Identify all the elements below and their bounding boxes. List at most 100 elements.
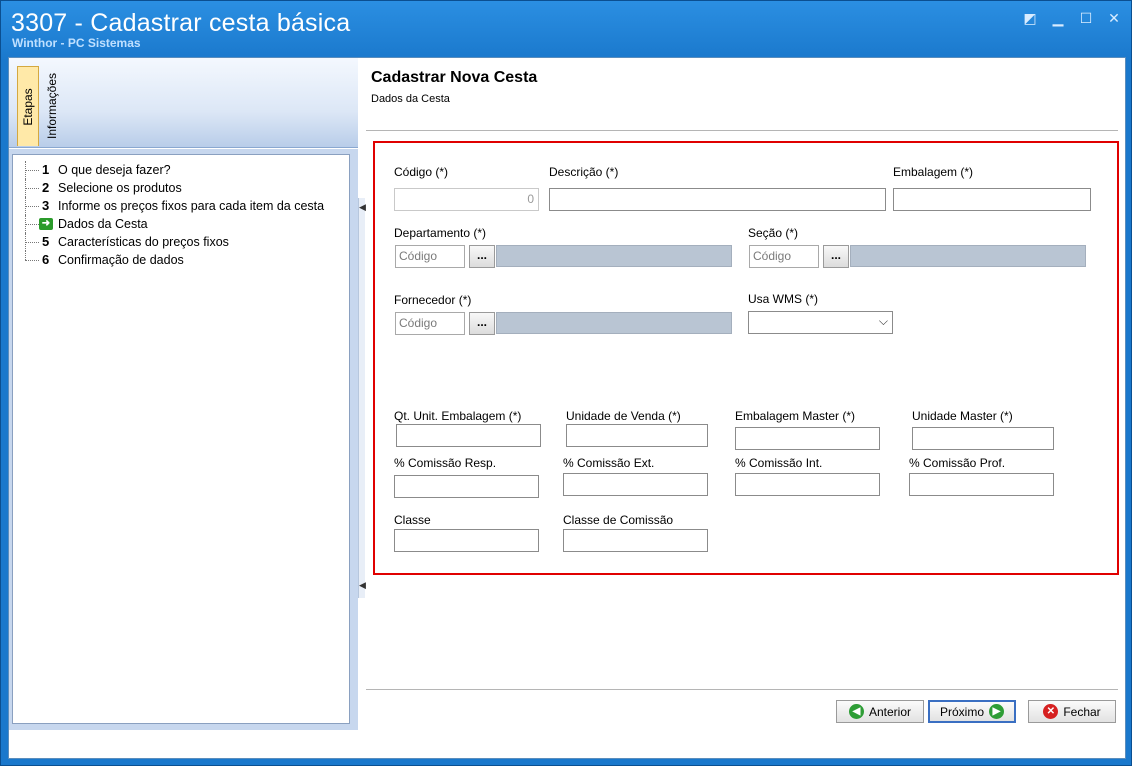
step-item-current[interactable]: ➜ Dados da Cesta [13, 215, 349, 233]
window-controls: ◩ ▁ ☐ ✕ [1021, 9, 1123, 27]
fechar-button[interactable]: ✕ Fechar [1028, 700, 1116, 723]
step-item[interactable]: 6 Confirmação de dados [13, 251, 349, 269]
comissao-prof-label: % Comissão Prof. [909, 456, 1006, 470]
comissao-resp-label: % Comissão Resp. [394, 456, 497, 470]
page-subtitle: Dados da Cesta [371, 93, 450, 105]
proximo-button[interactable]: Próximo ▶ [928, 700, 1016, 723]
arrow-right-icon: ▶ [989, 704, 1004, 719]
fornecedor-description [496, 312, 732, 334]
tab-etapas[interactable]: Etapas [17, 66, 39, 146]
codigo-label: Código (*) [394, 165, 449, 179]
departamento-code-field[interactable]: Código [395, 245, 465, 268]
comissao-prof-field[interactable] [909, 473, 1054, 496]
unidade-master-label: Unidade Master (*) [912, 409, 1013, 423]
step-label: Informe os preços fixos para cada item d… [58, 199, 325, 213]
departamento-description [496, 245, 732, 267]
fornecedor-code-field[interactable]: Código [395, 312, 465, 335]
sidebar-header: Etapas Informações [9, 58, 358, 148]
step-item[interactable]: 3 Informe os preços fixos para cada item… [13, 197, 349, 215]
restore-down-icon[interactable]: ◩ [1021, 9, 1039, 27]
tab-etapas-label: Etapas [21, 87, 35, 126]
sidebar-body: 1 O que deseja fazer? 2 Selecione os pro… [9, 149, 358, 730]
step-label: Dados da Cesta [58, 217, 148, 231]
secao-description [850, 245, 1086, 267]
steps-tree: 1 O que deseja fazer? 2 Selecione os pro… [12, 154, 350, 724]
tree-connector [25, 260, 39, 261]
client-area: Etapas Informações 1 O que deseja fazer?… [8, 57, 1126, 759]
unidade-venda-label: Unidade de Venda (*) [566, 409, 681, 423]
window-subtitle: Winthor - PC Sistemas [12, 36, 141, 50]
collapse-left-icon[interactable]: ◀ [359, 580, 366, 591]
close-icon: ✕ [1043, 704, 1059, 719]
step-item[interactable]: 2 Selecione os produtos [13, 179, 349, 197]
step-item[interactable]: 5 Características do preços fixos [13, 233, 349, 251]
departamento-label: Departamento (*) [394, 226, 487, 240]
step-label: Confirmação de dados [58, 253, 184, 267]
embalagem-master-label: Embalagem Master (*) [735, 409, 856, 423]
departamento-lookup-button[interactable]: ... [469, 245, 495, 268]
descricao-field[interactable] [549, 188, 886, 211]
title-bar: 3307 - Cadastrar cesta básica Winthor - … [1, 1, 1131, 51]
current-step-arrow-icon: ➜ [39, 218, 53, 230]
close-icon[interactable]: ✕ [1105, 9, 1123, 27]
app-window: 3307 - Cadastrar cesta básica Winthor - … [0, 0, 1132, 766]
step-number: 3 [42, 198, 50, 213]
descricao-label: Descrição (*) [549, 165, 619, 179]
minimize-icon[interactable]: ▁ [1049, 9, 1067, 27]
tab-informacoes[interactable]: Informações [41, 66, 63, 146]
unidade-venda-field[interactable] [566, 424, 708, 447]
step-number: 6 [42, 252, 50, 267]
tree-connector [25, 170, 39, 171]
unidade-master-field[interactable] [912, 427, 1054, 450]
fornecedor-label: Fornecedor (*) [394, 293, 472, 307]
highlight-frame: Código (*) 0 Descrição (*) Embalagem (*)… [373, 141, 1119, 575]
fornecedor-lookup-button[interactable]: ... [469, 312, 495, 335]
comissao-resp-field[interactable] [394, 475, 539, 498]
embalagem-field[interactable] [893, 188, 1091, 211]
tree-connector [25, 206, 39, 207]
tree-connector [25, 242, 39, 243]
comissao-int-field[interactable] [735, 473, 880, 496]
window-title: 3307 - Cadastrar cesta básica [11, 9, 351, 37]
anterior-button[interactable]: ◀ Anterior [836, 700, 924, 723]
tree-connector [25, 188, 39, 189]
comissao-ext-label: % Comissão Ext. [563, 456, 655, 470]
classe-comissao-label: Classe de Comissão [563, 513, 674, 527]
secao-label: Seção (*) [748, 226, 799, 240]
step-number: 5 [42, 234, 50, 249]
maximize-icon[interactable]: ☐ [1077, 9, 1095, 27]
classe-label: Classe [394, 513, 431, 527]
step-label: O que deseja fazer? [58, 163, 171, 177]
step-label: Características do preços fixos [58, 235, 229, 249]
comissao-int-label: % Comissão Int. [735, 456, 823, 470]
tab-informacoes-label: Informações [45, 72, 59, 140]
header-divider [366, 130, 1118, 131]
step-number: 2 [42, 180, 50, 195]
tree-line [25, 251, 26, 260]
step-item[interactable]: 1 O que deseja fazer? [13, 161, 349, 179]
secao-code-field[interactable]: Código [749, 245, 819, 268]
panel-splitter[interactable]: ◀ ◀ [358, 198, 366, 598]
secao-lookup-button[interactable]: ... [823, 245, 849, 268]
chevron-down-icon: ⌵ [878, 314, 888, 328]
step-label: Selecione os produtos [58, 181, 182, 195]
qt-unit-embalagem-field[interactable] [396, 424, 541, 447]
classe-comissao-field[interactable] [563, 529, 708, 552]
footer-divider [366, 689, 1118, 690]
embalagem-label: Embalagem (*) [893, 165, 974, 179]
embalagem-master-field[interactable] [735, 427, 880, 450]
wizard-content: Cadastrar Nova Cesta Dados da Cesta Códi… [366, 58, 1126, 758]
proximo-label: Próximo [939, 704, 984, 719]
fechar-label: Fechar [1063, 704, 1101, 719]
collapse-left-icon[interactable]: ◀ [359, 202, 366, 213]
arrow-left-icon: ◀ [848, 704, 864, 719]
usa-wms-select[interactable]: ⌵ [748, 311, 893, 334]
comissao-ext-field[interactable] [563, 473, 708, 496]
tree-connector [25, 224, 39, 225]
codigo-field: 0 [394, 188, 539, 211]
page-title: Cadastrar Nova Cesta [371, 69, 538, 86]
qt-unit-embalagem-label: Qt. Unit. Embalagem (*) [394, 409, 522, 423]
anterior-label: Anterior [868, 704, 912, 719]
usa-wms-label: Usa WMS (*) [748, 292, 818, 306]
classe-field[interactable] [394, 529, 539, 552]
